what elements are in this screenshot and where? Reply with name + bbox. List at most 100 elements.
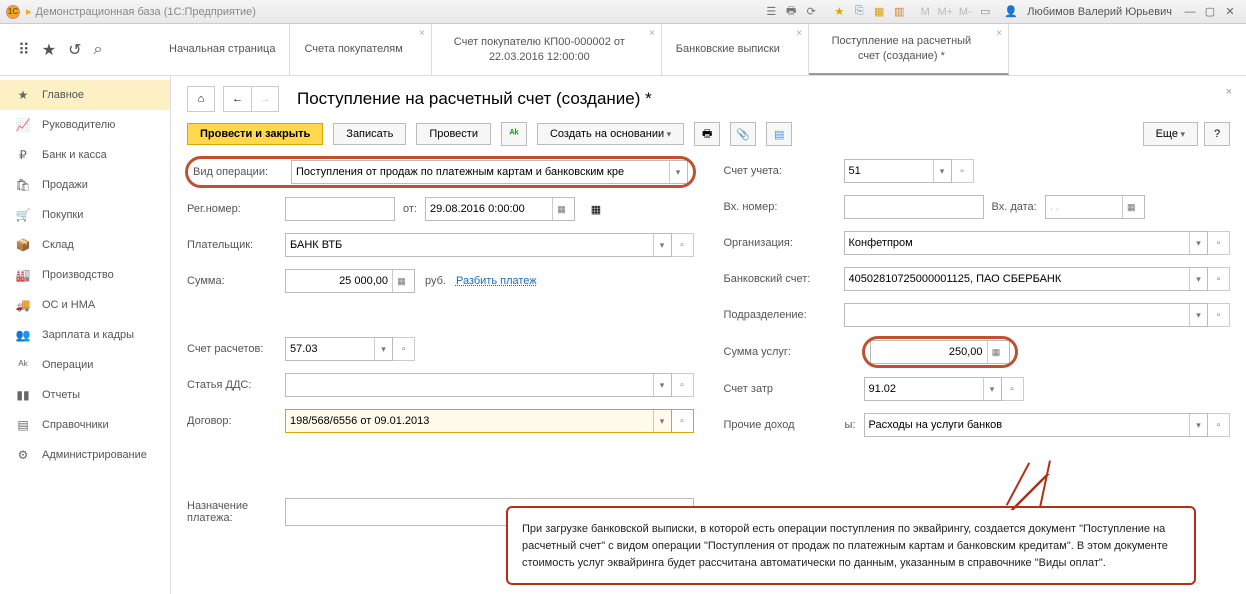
calendar-icon[interactable]: ▦	[1122, 196, 1140, 218]
close-window-button[interactable]: ✕	[1220, 5, 1240, 18]
toolbar-refresh-icon[interactable]: ⟳	[802, 3, 820, 21]
toolbar-m-icon[interactable]: M	[916, 3, 934, 21]
regnum-input[interactable]	[285, 197, 395, 221]
chevron-down-icon[interactable]: ▾	[1189, 232, 1207, 254]
mail-button-icon[interactable]: ▤	[766, 122, 792, 146]
maximize-button[interactable]: ▢	[1200, 5, 1220, 18]
vxnum-input[interactable]	[844, 195, 984, 219]
open-ref-icon[interactable]: ▫	[672, 233, 694, 257]
chevron-down-icon[interactable]: ▾	[653, 374, 671, 396]
sidebar-item-purchases[interactable]: 🛒Покупки	[0, 200, 170, 230]
dds-input[interactable]: ▾	[285, 373, 672, 397]
chevron-down-icon[interactable]: ▾	[669, 161, 687, 183]
more-button[interactable]: Еще	[1143, 122, 1198, 146]
chevron-down-icon[interactable]: ▾	[1189, 304, 1207, 326]
chevron-down-icon[interactable]: ▾	[653, 410, 671, 432]
date-input[interactable]: 29.08.2016 0:00:00▦	[425, 197, 575, 221]
close-icon[interactable]: ×	[649, 27, 655, 40]
open-ref-icon[interactable]: ▫	[1002, 377, 1024, 401]
tab-invoices[interactable]: Счета покупателям×	[290, 24, 431, 75]
toolbar-calc-icon[interactable]: ▦	[870, 3, 888, 21]
sidebar-item-sales[interactable]: 🛍Продажи	[0, 170, 170, 200]
tab-receipt[interactable]: Поступление на расчетный счет (создание)…	[809, 24, 1009, 75]
sidebar-item-warehouse[interactable]: 📦Склад	[0, 230, 170, 260]
rashody-input[interactable]: Расходы на услуги банков▾	[864, 413, 1209, 437]
vid-op-input[interactable]: Поступления от продаж по платежным карта…	[291, 160, 688, 184]
payer-input[interactable]: БАНК ВТБ▾	[285, 233, 672, 257]
sidebar-item-operations[interactable]: ᴬᵏОперации	[0, 350, 170, 380]
toolbar-calendar-icon[interactable]: ▥	[890, 3, 908, 21]
sidebar-item-reports[interactable]: ▮▮Отчеты	[0, 380, 170, 410]
sidebar-item-assets[interactable]: 🚚ОС и НМА	[0, 290, 170, 320]
open-ref-icon[interactable]: ▫	[1208, 303, 1230, 327]
open-ref-icon[interactable]: ▫	[672, 373, 694, 397]
search-icon[interactable]: ⌕	[93, 41, 102, 59]
open-ref-icon[interactable]: ▫	[952, 159, 974, 183]
sidebar-item-catalogs[interactable]: ▤Справочники	[0, 410, 170, 440]
chevron-down-icon[interactable]: ▾	[374, 338, 392, 360]
tab-bank-statements[interactable]: Банковские выписки×	[662, 24, 809, 75]
schet-ucheta-input[interactable]: 51▾	[844, 159, 952, 183]
forward-button[interactable]: →	[251, 86, 279, 112]
split-payment-link[interactable]: Разбить платеж	[456, 275, 537, 287]
print-button-icon[interactable]: 🖶	[694, 122, 720, 146]
schetzatr-input[interactable]: 91.02▾	[864, 377, 1002, 401]
open-ref-icon[interactable]: ▫	[393, 337, 415, 361]
calc-icon[interactable]: ▦	[392, 270, 410, 292]
sidebar-item-admin[interactable]: ⚙Администрирование	[0, 440, 170, 470]
help-button[interactable]: ?	[1204, 122, 1230, 146]
toolbar-link-icon[interactable]: ⎘	[850, 3, 868, 21]
star-icon[interactable]: ★	[42, 40, 56, 60]
open-ref-icon[interactable]: ▫	[1208, 267, 1230, 291]
tab-home[interactable]: Начальная страница	[155, 24, 290, 75]
org-input[interactable]: Конфетпром▾	[844, 231, 1209, 255]
toolbar-mplus-icon[interactable]: M+	[936, 3, 954, 21]
toolbar-icon-1[interactable]: ☰	[762, 3, 780, 21]
vxdata-label: Вх. дата:	[992, 201, 1037, 213]
post-button[interactable]: Провести	[416, 123, 491, 145]
dup-icon[interactable]: ▦	[583, 197, 609, 221]
sidebar-item-main[interactable]: ★Главное	[0, 80, 170, 110]
chevron-down-icon[interactable]: ▾	[1189, 414, 1207, 436]
tab-invoice-doc[interactable]: Счет покупателю КП00-000002 от 22.03.201…	[432, 24, 662, 75]
sumusl-input[interactable]: 250,00▦	[870, 340, 1010, 364]
history-icon[interactable]: ↺	[68, 40, 81, 60]
chevron-down-icon[interactable]: ▾	[983, 378, 1001, 400]
sidebar-item-production[interactable]: 🏭Производство	[0, 260, 170, 290]
podr-input[interactable]: ▾	[844, 303, 1209, 327]
sidebar-item-hr[interactable]: 👥Зарплата и кадры	[0, 320, 170, 350]
close-page-button[interactable]: ×	[1226, 86, 1232, 98]
close-icon[interactable]: ×	[419, 27, 425, 40]
chevron-down-icon[interactable]: ▾	[933, 160, 951, 182]
dtkt-icon[interactable]: ᴬᵏ	[501, 122, 527, 146]
minimize-button[interactable]: —	[1180, 6, 1200, 18]
toolbar-print-icon[interactable]: 🖶	[782, 3, 800, 21]
dogovor-input[interactable]: 198/568/6556 от 09.01.2013▾	[285, 409, 672, 433]
save-button[interactable]: Записать	[333, 123, 406, 145]
chevron-down-icon[interactable]: ▾	[653, 234, 671, 256]
sum-input[interactable]: 25 000,00▦	[285, 269, 415, 293]
open-ref-icon[interactable]: ▫	[1208, 413, 1230, 437]
toolbar-star-icon[interactable]: ★	[830, 3, 848, 21]
sch-raschet-input[interactable]: 57.03▾	[285, 337, 393, 361]
back-button[interactable]: ←	[223, 86, 251, 112]
vxdata-input[interactable]: . .▦	[1045, 195, 1145, 219]
calc-icon[interactable]: ▦	[987, 341, 1005, 363]
open-ref-icon[interactable]: ▫	[672, 409, 694, 433]
chevron-down-icon[interactable]: ▾	[1189, 268, 1207, 290]
post-and-close-button[interactable]: Провести и закрыть	[187, 123, 323, 145]
calendar-icon[interactable]: ▦	[552, 198, 570, 220]
username[interactable]: Любимов Валерий Юрьевич	[1027, 6, 1172, 18]
toolbar-window-icon[interactable]: ▭	[976, 3, 994, 21]
apps-icon[interactable]: ⠿	[18, 40, 30, 60]
sidebar-item-manager[interactable]: 📈Руководителю	[0, 110, 170, 140]
create-on-basis-button[interactable]: Создать на основании	[537, 123, 684, 145]
attach-button-icon[interactable]: 📎	[730, 122, 756, 146]
toolbar-mminus-icon[interactable]: M-	[956, 3, 974, 21]
sidebar-item-bank[interactable]: ₽Банк и касса	[0, 140, 170, 170]
bank-input[interactable]: 40502810725000001125, ПАО СБЕРБАНК▾	[844, 267, 1209, 291]
open-ref-icon[interactable]: ▫	[1208, 231, 1230, 255]
close-icon[interactable]: ×	[996, 27, 1002, 40]
home-button[interactable]: ⌂	[187, 86, 215, 112]
close-icon[interactable]: ×	[796, 27, 802, 40]
